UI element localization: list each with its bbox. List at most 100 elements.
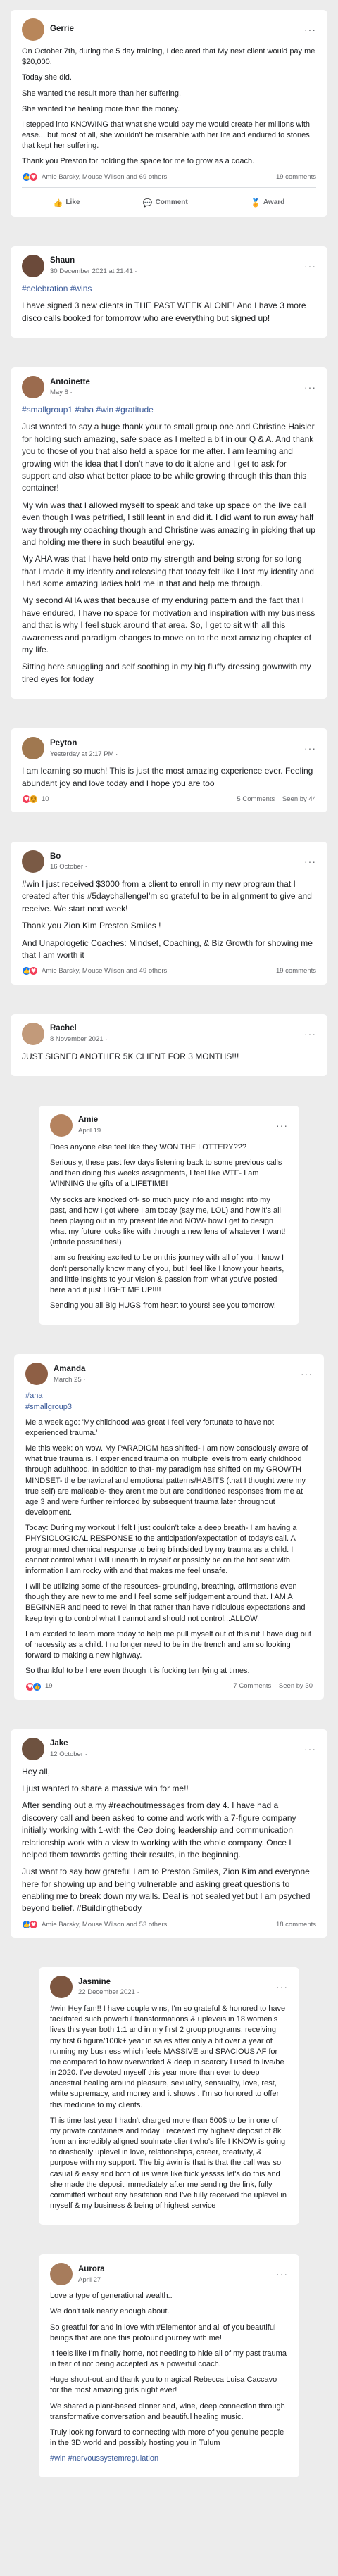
author-name[interactable]: Peyton xyxy=(50,738,304,750)
author-name[interactable]: Amie xyxy=(78,1115,276,1126)
author-name[interactable]: Rachel xyxy=(50,1023,304,1035)
comment-count[interactable]: 18 comments xyxy=(276,1920,316,1929)
avatar[interactable] xyxy=(22,376,44,398)
post-date[interactable]: March 25 · xyxy=(54,1375,301,1384)
post-text: She wanted the healing more than the mon… xyxy=(22,104,180,113)
post-footer: 👍 ♥ Amie Barsky, Mouse Wilson and 49 oth… xyxy=(22,966,316,976)
more-options-icon[interactable]: ··· xyxy=(304,1744,316,1754)
award-button[interactable]: 🏅 Award xyxy=(251,198,284,208)
avatar[interactable] xyxy=(25,1363,48,1386)
avatar[interactable] xyxy=(22,18,44,41)
post-text: Thank you Zion Kim Preston Smiles ! xyxy=(22,921,161,931)
author-name[interactable]: Amanda xyxy=(54,1364,301,1375)
more-options-icon[interactable]: ··· xyxy=(304,1029,316,1039)
comment-icon: 💬 xyxy=(142,198,153,208)
post-date[interactable]: Yesterday at 2:17 PM · xyxy=(50,750,304,759)
author-name[interactable]: Shaun xyxy=(50,255,304,267)
post-card: Rachel 8 November 2021 · ··· JUST SIGNED… xyxy=(11,1014,327,1076)
post-date[interactable]: May 8 · xyxy=(50,388,304,397)
hashtag[interactable]: #aha xyxy=(25,1391,313,1401)
comment-count[interactable]: 19 comments xyxy=(276,966,316,976)
post-footer: 👍 ♥ Amie Barsky, Mouse Wilson and 69 oth… xyxy=(22,172,316,182)
author-name[interactable]: Jasmine xyxy=(78,1977,276,1988)
post-date[interactable]: 12 October · xyxy=(50,1750,304,1759)
hashtags[interactable]: #celebration #wins xyxy=(22,283,316,295)
more-options-icon[interactable]: ··· xyxy=(304,382,316,392)
post-header: Shaun 30 December 2021 at 21:41 · ··· xyxy=(22,254,316,277)
like-reaction-icon: 👍 xyxy=(32,1681,42,1691)
reactions[interactable]: 👍 ♥ Amie Barsky, Mouse Wilson and 53 oth… xyxy=(22,1919,276,1929)
post-text: Today she did. xyxy=(22,73,72,82)
post-footer: 👍 ♥ Amie Barsky, Mouse Wilson and 53 oth… xyxy=(22,1919,316,1929)
post-text: I stepped into KNOWING that what she wou… xyxy=(22,120,311,151)
post-counts: 5 Comments Seen by 44 xyxy=(237,795,316,804)
post-meta: Peyton Yesterday at 2:17 PM · xyxy=(50,738,304,759)
author-name[interactable]: Jake xyxy=(50,1738,304,1750)
author-name[interactable]: Antoinette xyxy=(50,377,304,389)
post-date[interactable]: April 19 · xyxy=(78,1126,276,1135)
seen-count[interactable]: Seen by 30 xyxy=(279,1682,313,1690)
post-date[interactable]: April 27 · xyxy=(78,2275,276,2285)
post-meta: Antoinette May 8 · xyxy=(50,377,304,398)
hashtags[interactable]: #win #nervoussystemregulation xyxy=(50,2454,288,2464)
avatar[interactable] xyxy=(50,2263,73,2286)
more-options-icon[interactable]: ··· xyxy=(304,743,316,753)
more-options-icon[interactable]: ··· xyxy=(276,1982,288,1992)
comment-button[interactable]: 💬 Comment xyxy=(143,198,188,208)
hashtags[interactable]: #smallgroup1 #aha #win #gratitude xyxy=(22,404,316,416)
author-name[interactable]: Bo xyxy=(50,852,304,863)
post-text: Thank you Preston for holding the space … xyxy=(22,157,255,166)
action-bar: 👍 Like 💬 Comment 🏅 Award xyxy=(22,194,316,208)
post-card: Jasmine 22 December 2021 · ··· #win Hey … xyxy=(39,1966,299,2225)
avatar[interactable] xyxy=(50,1975,73,1998)
like-label: Like xyxy=(65,198,80,207)
post-header: Gerrie ··· xyxy=(22,18,316,41)
post-text: She wanted the result more than her suff… xyxy=(22,89,182,98)
post-card: Peyton Yesterday at 2:17 PM · ··· I am l… xyxy=(11,728,327,813)
comment-count[interactable]: 5 Comments xyxy=(237,795,275,803)
more-options-icon[interactable]: ··· xyxy=(304,25,316,34)
post-header: Peyton Yesterday at 2:17 PM · ··· xyxy=(22,737,316,760)
avatar[interactable] xyxy=(22,1022,44,1045)
reactors-text: Amie Barsky, Mouse Wilson and 53 others xyxy=(42,1920,168,1928)
post-text: And Unapologetic Coaches: Mindset, Coach… xyxy=(22,937,313,961)
post-header: Jake 12 October · ··· xyxy=(22,1737,316,1760)
reactors-text: Amie Barsky, Mouse Wilson and 49 others xyxy=(42,967,168,976)
more-options-icon[interactable]: ··· xyxy=(301,1369,313,1379)
post-text: This time last year I hadn't charged mor… xyxy=(50,2116,287,2211)
avatar[interactable] xyxy=(22,1737,44,1760)
post-text: I will be utilizing some of the resource… xyxy=(25,1582,306,1623)
like-button[interactable]: 👍 Like xyxy=(54,198,80,208)
more-options-icon[interactable]: ··· xyxy=(276,1120,288,1130)
reaction-count: 10 xyxy=(42,795,49,803)
more-options-icon[interactable]: ··· xyxy=(304,261,316,271)
avatar[interactable] xyxy=(22,254,44,277)
post-footer: ♥ 👍 19 7 Comments Seen by 30 xyxy=(25,1681,313,1691)
post-header: Amie April 19 · ··· xyxy=(50,1113,288,1137)
award-icon: 🏅 xyxy=(251,198,261,208)
more-options-icon[interactable]: ··· xyxy=(304,857,316,866)
seen-count[interactable]: Seen by 44 xyxy=(282,795,316,803)
comment-count[interactable]: 19 comments xyxy=(276,172,316,182)
author-name[interactable]: Gerrie xyxy=(50,24,304,35)
reactions[interactable]: 👍 ♥ Amie Barsky, Mouse Wilson and 69 oth… xyxy=(22,172,276,182)
comment-count[interactable]: 7 Comments xyxy=(233,1682,271,1690)
reactions[interactable]: ♥ 👍 19 xyxy=(25,1681,233,1691)
post-date[interactable]: 30 December 2021 at 21:41 · xyxy=(50,267,304,276)
post-text: Me a week ago: 'My childhood was great I… xyxy=(25,1418,275,1437)
post-date[interactable]: 8 November 2021 · xyxy=(50,1035,304,1044)
post-header: Aurora April 27 · ··· xyxy=(50,2263,288,2286)
reactions[interactable]: ♥ ☺ 10 xyxy=(22,795,237,804)
more-options-icon[interactable]: ··· xyxy=(276,2269,288,2279)
post-meta: Aurora April 27 · xyxy=(78,2264,276,2285)
post-header: Rachel 8 November 2021 · ··· xyxy=(22,1022,316,1045)
hashtag[interactable]: #smallgroup3 xyxy=(25,1402,313,1413)
post-date[interactable]: 16 October · xyxy=(50,862,304,871)
avatar[interactable] xyxy=(50,1113,73,1137)
post-date[interactable]: 22 December 2021 · xyxy=(78,1988,276,1997)
avatar[interactable] xyxy=(22,850,44,873)
reactions[interactable]: 👍 ♥ Amie Barsky, Mouse Wilson and 49 oth… xyxy=(22,966,276,976)
post-text: My AHA was that I have held onto my stre… xyxy=(22,554,314,589)
avatar[interactable] xyxy=(22,737,44,760)
author-name[interactable]: Aurora xyxy=(78,2264,276,2275)
